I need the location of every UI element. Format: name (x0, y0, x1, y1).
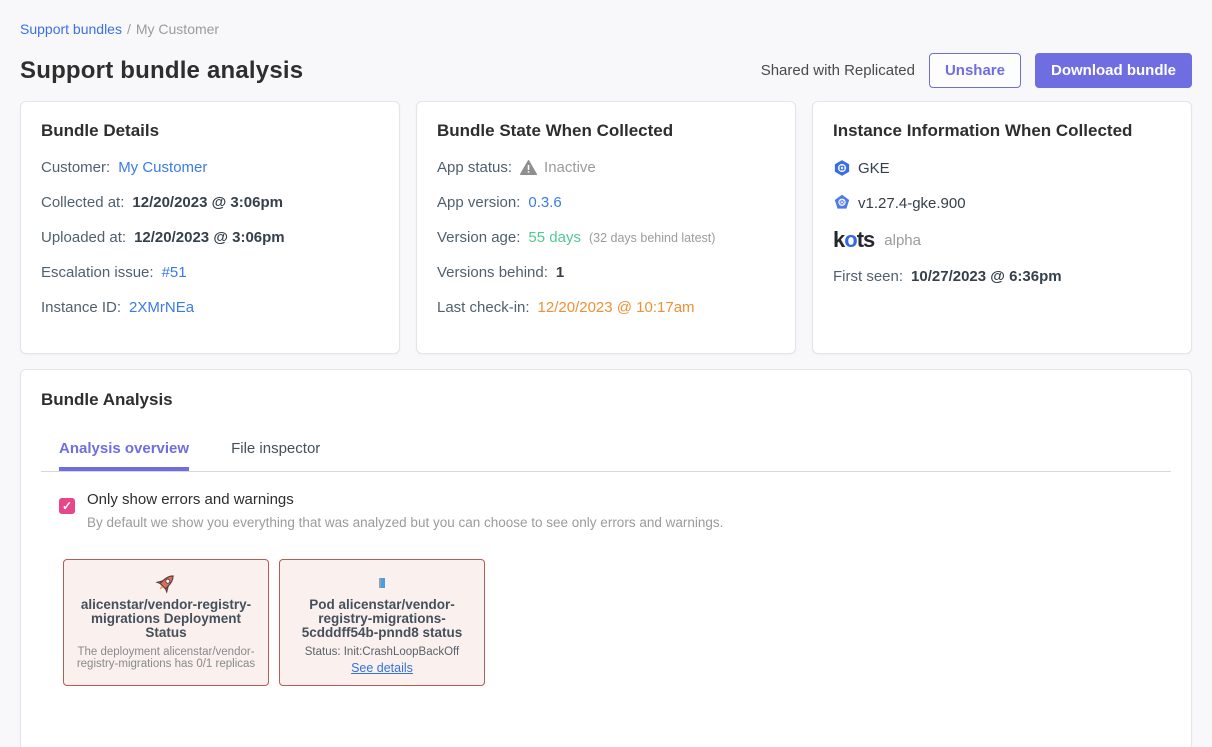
instance-id-link[interactable]: 2XMrNEa (129, 299, 194, 316)
rocket-icon (72, 570, 260, 596)
row-label: Uploaded at: (41, 229, 126, 246)
uploaded-at-row: Uploaded at: 12/20/2023 @ 3:06pm (41, 229, 379, 246)
filter-row: ✓ Only show errors and warnings By defau… (41, 491, 1171, 530)
first-seen-row: First seen: 10/27/2023 @ 6:36pm (833, 268, 1171, 285)
kubernetes-icon (833, 194, 851, 212)
version-age-note: (32 days behind latest) (589, 231, 715, 245)
analysis-results-row: alicenstar/vendor-registry-migrations De… (45, 559, 1171, 686)
row-label: Collected at: (41, 194, 124, 211)
bundle-analysis-title: Bundle Analysis (41, 390, 1171, 410)
instance-id-row: Instance ID: 2XMrNEa (41, 299, 379, 316)
download-bundle-button[interactable]: Download bundle (1035, 53, 1192, 88)
result-card-deployment-status[interactable]: alicenstar/vendor-registry-migrations De… (63, 559, 269, 686)
k8s-version-row: v1.27.4-gke.900 (833, 194, 1171, 212)
card-title: Instance Information When Collected (833, 121, 1171, 141)
result-title: Pod alicenstar/vendor-registry-migration… (288, 598, 476, 641)
instance-info-card: Instance Information When Collected GKE (812, 101, 1192, 354)
last-checkin-row: Last check-in: 12/20/2023 @ 10:17am (437, 299, 775, 316)
row-label: App status: (437, 159, 512, 176)
kots-row: kots alpha (833, 229, 1171, 251)
escalation-issue-link[interactable]: #51 (162, 264, 187, 281)
header-actions: Shared with Replicated Unshare Download … (761, 53, 1192, 88)
unshare-button[interactable]: Unshare (929, 53, 1021, 88)
app-version-row: App version: 0.3.6 (437, 194, 775, 211)
breadcrumb-current: My Customer (136, 21, 219, 37)
page-header: Support bundle analysis Shared with Repl… (20, 53, 1192, 88)
tab-analysis-overview[interactable]: Analysis overview (59, 440, 189, 471)
uploaded-at-value: 12/20/2023 @ 3:06pm (134, 229, 285, 246)
customer-link[interactable]: My Customer (118, 159, 207, 176)
row-label: Instance ID: (41, 299, 121, 316)
k8s-version-value: v1.27.4-gke.900 (858, 195, 966, 212)
bundle-details-card: Bundle Details Customer: My Customer Col… (20, 101, 400, 354)
filter-description: By default we show you everything that w… (87, 515, 723, 530)
distribution-value: GKE (858, 160, 890, 177)
row-label: Customer: (41, 159, 110, 176)
distribution-row: GKE (833, 159, 1171, 177)
only-errors-checkbox[interactable]: ✓ (59, 498, 75, 514)
app-status-value: Inactive (544, 159, 596, 176)
checkmark-icon: ✓ (62, 500, 72, 512)
row-label: Version age: (437, 229, 520, 246)
shared-status-text: Shared with Replicated (761, 62, 915, 79)
analysis-tabs: Analysis overview File inspector (41, 440, 1171, 472)
page: Support bundles / My Customer Support bund… (0, 0, 1212, 747)
row-label: Last check-in: (437, 299, 530, 316)
row-label: App version: (437, 194, 520, 211)
row-label: Versions behind: (437, 264, 548, 281)
summary-cards-row: Bundle Details Customer: My Customer Col… (20, 101, 1192, 354)
versions-behind-value: 1 (556, 264, 564, 281)
escalation-issue-row: Escalation issue: #51 (41, 264, 379, 281)
row-label: First seen: (833, 268, 903, 285)
version-age-value: 55 days (528, 229, 581, 246)
bundle-state-card: Bundle State When Collected App status: … (416, 101, 796, 354)
collected-at-value: 12/20/2023 @ 3:06pm (132, 194, 283, 211)
kots-logo-o: o (844, 227, 856, 252)
app-status-row: App status: Inactive (437, 159, 775, 176)
version-age-row: Version age: 55 days (32 days behind lat… (437, 229, 775, 246)
broken-image-icon (288, 570, 476, 596)
warning-icon (520, 160, 537, 175)
versions-behind-row: Versions behind: 1 (437, 264, 775, 281)
result-status: Status: Init:CrashLoopBackOff (288, 646, 476, 658)
gke-icon (833, 159, 851, 177)
bundle-analysis-panel: Bundle Analysis Analysis overview File i… (20, 369, 1192, 747)
filter-label: Only show errors and warnings (87, 491, 723, 508)
see-details-link[interactable]: See details (351, 661, 413, 675)
customer-row: Customer: My Customer (41, 159, 379, 176)
breadcrumb-link-support-bundles[interactable]: Support bundles (20, 21, 122, 37)
last-checkin-value: 12/20/2023 @ 10:17am (538, 299, 695, 316)
result-message: The deployment alicenstar/vendor-registr… (72, 646, 260, 671)
first-seen-value: 10/27/2023 @ 6:36pm (911, 268, 1062, 285)
breadcrumb: Support bundles / My Customer (20, 0, 1192, 37)
filter-text: Only show errors and warnings By default… (87, 491, 723, 530)
result-card-pod-status[interactable]: Pod alicenstar/vendor-registry-migration… (279, 559, 485, 686)
result-title: alicenstar/vendor-registry-migrations De… (72, 598, 260, 641)
app-version-link[interactable]: 0.3.6 (528, 194, 561, 211)
collected-at-row: Collected at: 12/20/2023 @ 3:06pm (41, 194, 379, 211)
page-title: Support bundle analysis (20, 57, 303, 85)
card-title: Bundle State When Collected (437, 121, 775, 141)
row-label: Escalation issue: (41, 264, 154, 281)
tab-file-inspector[interactable]: File inspector (231, 440, 320, 471)
kots-logo: kots (833, 229, 874, 251)
breadcrumb-separator: / (127, 21, 131, 37)
card-title: Bundle Details (41, 121, 379, 141)
kots-version-tag: alpha (884, 232, 921, 249)
